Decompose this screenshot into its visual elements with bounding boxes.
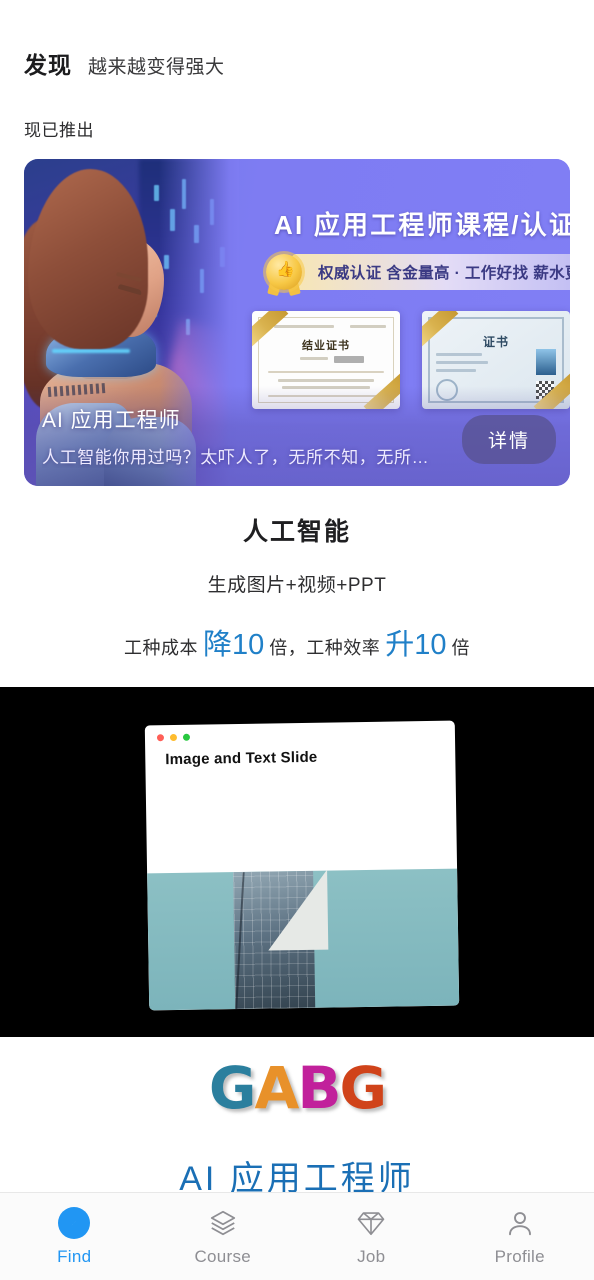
app-screen: 发现 越来越变得强大 现已推出 AI 应用工程师课程/认证 👍 权威认证 含金量… (0, 0, 594, 1280)
slide-photo (147, 868, 460, 1011)
diamond-icon (354, 1206, 388, 1240)
video-preview[interactable]: Image and Text Slide (0, 687, 594, 1037)
certificate-title: 证书 (482, 335, 509, 349)
tab-label: Course (194, 1247, 252, 1266)
tab-label: Profile (494, 1247, 545, 1266)
gabg-logo: GABG (0, 1059, 594, 1117)
course-banner-card[interactable]: AI 应用工程师课程/认证 👍 权威认证 含金量高 · 工作好找 薪水更高 结业… (24, 159, 570, 486)
promo-stats: 工种成本 降10 倍，工种效率 升10 倍 (0, 621, 594, 663)
stat-suffix: 倍 (451, 638, 471, 658)
tab-job[interactable]: Job (297, 1206, 446, 1267)
slide-window: Image and Text Slide (144, 720, 460, 1011)
stat-prefix: 工种成本 (123, 638, 198, 658)
stat-value-efficiency: 升10 (385, 629, 447, 661)
compass-icon (57, 1206, 91, 1240)
person-icon (503, 1206, 537, 1240)
tab-profile[interactable]: Profile (446, 1206, 594, 1267)
maximize-dot-icon (182, 733, 191, 741)
slide-title: Image and Text Slide (165, 748, 318, 769)
medal-thumbs-up-icon: 👍 (264, 252, 304, 297)
page-title: 发现 (24, 52, 72, 78)
layers-icon (206, 1206, 240, 1240)
banner-course-description: 人工智能你用过吗？太吓人了，无所不知，无所… (42, 448, 430, 467)
stat-value-cost: 降10 (202, 629, 265, 661)
banner-headline: AI 应用工程师课程/认证 (274, 210, 570, 240)
banner-badge-text: 权威认证 含金量高 · 工作好找 薪水更高 (292, 254, 570, 290)
tab-find[interactable]: Find (0, 1206, 149, 1267)
promo-section: 人工智能 生成图片+视频+PPT 工种成本 降10 倍，工种效率 升10 倍 (0, 486, 594, 663)
banner-container: AI 应用工程师课程/认证 👍 权威认证 含金量高 · 工作好找 薪水更高 结业… (0, 141, 594, 486)
tab-course[interactable]: Course (149, 1206, 298, 1267)
page-header: 发现 越来越变得强大 (0, 0, 594, 80)
logo-letter: B (297, 1054, 341, 1122)
bottom-tab-bar: Find Course Job Profile (0, 1192, 594, 1280)
tab-label: Find (57, 1247, 92, 1266)
minimize-dot-icon (169, 733, 178, 742)
logo-letter: G (339, 1054, 388, 1122)
close-dot-icon (156, 734, 165, 742)
logo-letter: A (254, 1054, 299, 1122)
window-traffic-lights (156, 733, 191, 742)
logo-letter: G (208, 1054, 257, 1122)
banner-course-title: AI 应用工程师 (42, 409, 181, 432)
promo-subheading: 生成图片+视频+PPT (207, 575, 387, 596)
banner-badge-row: 👍 权威认证 含金量高 · 工作好找 薪水更高 (264, 252, 570, 297)
promo-heading: 人工智能 (242, 518, 351, 546)
certificate-title: 结业证书 (302, 340, 350, 352)
tab-label: Job (357, 1247, 386, 1266)
stat-middle: 倍，工种效率 (269, 638, 381, 658)
detail-button[interactable]: 详情 (461, 415, 556, 464)
section-label: 现已推出 (24, 121, 94, 140)
page-subtitle: 越来越变得强大 (88, 57, 225, 78)
